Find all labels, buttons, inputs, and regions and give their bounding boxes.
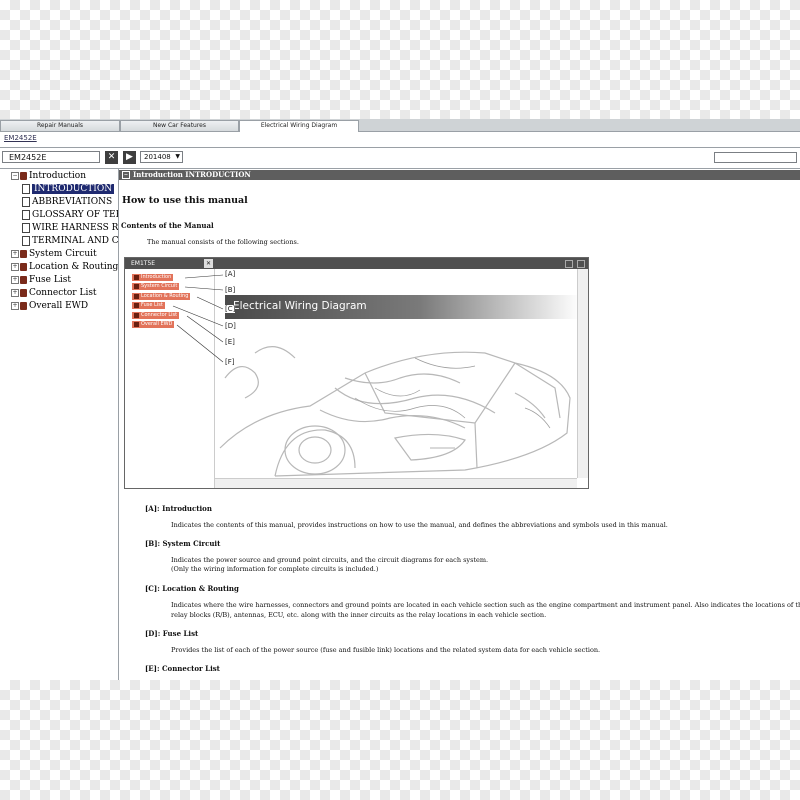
expand-icon[interactable]: + [11,249,19,258]
tab-electrical-wiring-diagram[interactable]: Electrical Wiring Diagram [239,120,359,132]
book-icon [20,275,27,284]
page-title: How to use this manual [122,195,248,206]
book-icon [20,262,27,271]
expand-icon[interactable]: + [11,262,19,271]
vertical-scrollbar[interactable] [577,269,588,478]
window-icon [577,260,585,268]
section-heading: [C]: Location & Routing [145,584,239,593]
divider [0,147,800,148]
version-select[interactable]: 201408 ▼ [140,151,183,163]
tab-repair-manuals[interactable]: Repair Manuals [0,120,120,131]
content-pane: − Introduction INTRODUCTION How to use th… [119,169,800,680]
section-text: Indicates the power source and ground po… [171,556,489,564]
version-value: 201408 [144,153,171,161]
collapse-icon[interactable]: − [122,171,130,179]
tree-label: Fuse List [29,275,71,285]
tree-item-wire-harness[interactable]: WIRE HARNESS RE [22,222,119,234]
tree-item-abbreviations[interactable]: ABBREVIATIONS [22,196,112,208]
example-screenshot: EM1T5E ✕ Introduction System Circuit Loc… [124,257,589,489]
tree-label: Connector List [29,288,97,298]
callout-leader-lines [172,274,224,363]
horizontal-scrollbar[interactable] [215,478,577,488]
content-header-bar: − Introduction INTRODUCTION [119,170,800,180]
page-icon [22,183,30,194]
tree-item-introduction[interactable]: − Introduction [11,170,86,182]
content-header-text: Introduction INTRODUCTION [133,170,251,179]
book-icon [20,301,27,310]
book-icon [20,288,27,297]
tree-label: GLOSSARY OF TER [32,210,119,220]
wiring-diagram-banner: Electrical Wiring Diagram [225,295,580,319]
car-wiring-illustration [219,346,571,477]
banner-text: Electrical Wiring Diagram [233,300,367,312]
section-heading: [B]: System Circuit [145,539,221,548]
section-text: Indicates the contents of this manual, p… [171,521,668,529]
next-arrow-icon[interactable]: ▶ [123,151,136,164]
tree-label: WIRE HARNESS RE [32,223,119,233]
window-icon [565,260,573,268]
chevron-down-icon: ▼ [175,153,180,160]
book-icon [20,249,27,258]
tree-label: TERMINAL AND CC [32,236,119,246]
tree-item-terminal[interactable]: TERMINAL AND CC [22,235,119,247]
tree-item-system-circuit[interactable]: + System Circuit [11,248,97,260]
page-icon [22,235,30,246]
section-text: Indicates where the wire harnesses, conn… [171,601,800,609]
page-icon [22,196,30,207]
toc-sidebar: − Introduction INTRODUCTION ABBREVIATIONS… [0,169,119,680]
section-text: (Only the wiring information for complet… [171,565,379,573]
page-icon [22,222,30,233]
contents-heading: Contents of the Manual [121,221,214,230]
close-icon[interactable]: ✕ [105,151,118,164]
tree-item-introduction-page[interactable]: INTRODUCTION [22,183,115,195]
page-icon [22,209,30,220]
tree-label: Introduction [29,171,86,181]
section-text: Provides the list of each of the power s… [171,646,601,654]
tree-label: Overall EWD [29,301,89,311]
section-heading: [A]: Introduction [145,504,212,513]
tree-label: System Circuit [29,249,97,259]
section-heading: [D]: Fuse List [145,629,199,638]
expand-icon[interactable]: + [11,275,19,284]
expand-icon[interactable]: + [11,288,19,297]
tree-label: ABBREVIATIONS [32,197,113,207]
tree-label-selected: INTRODUCTION [32,184,115,194]
tab-bar: Repair Manuals New Car Features Electric… [0,119,800,132]
document-id-field[interactable]: EM2452E [2,151,100,163]
tree-item-connector-list[interactable]: + Connector List [11,287,97,299]
tree-item-glossary[interactable]: GLOSSARY OF TER [22,209,119,221]
tree-item-overall-ewd[interactable]: + Overall EWD [11,300,88,312]
book-icon [20,171,27,180]
breadcrumb[interactable]: EM2452E [4,134,37,142]
tab-new-car-features[interactable]: New Car Features [120,120,239,131]
tree-item-fuse-list[interactable]: + Fuse List [11,274,71,286]
search-input[interactable] [714,152,797,163]
collapse-icon[interactable]: − [11,171,19,180]
lead-text: The manual consists of the following sec… [147,238,299,246]
section-text: relay blocks (R/B), antennas, ECU, etc. … [171,611,547,619]
manual-viewer-window: Repair Manuals New Car Features Electric… [0,119,800,680]
section-heading: [E]: Connector List [145,664,220,673]
expand-icon[interactable]: + [11,301,19,310]
tree-item-location-routing[interactable]: + Location & Routing [11,261,118,273]
tree-label: Location & Routing [29,262,119,272]
